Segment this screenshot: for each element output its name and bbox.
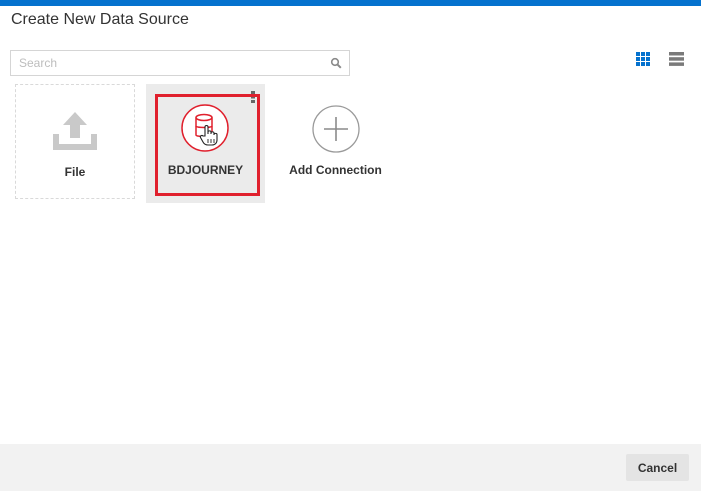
dialog-footer — [0, 444, 701, 491]
grid-view-icon[interactable] — [636, 52, 650, 66]
tile-add-connection[interactable]: Add Connection — [278, 84, 393, 199]
plus-icon — [312, 105, 360, 153]
search-box[interactable] — [10, 50, 350, 76]
more-options-icon[interactable] — [251, 91, 255, 103]
tile-label: Add Connection — [289, 163, 382, 177]
list-view-icon[interactable] — [669, 52, 684, 66]
hand-cursor-icon — [199, 124, 218, 146]
cancel-button[interactable]: Cancel — [626, 454, 689, 481]
tile-file[interactable]: File — [15, 84, 135, 199]
upload-icon — [53, 112, 97, 150]
tile-bdjourney[interactable]: BDJOURNEY — [146, 84, 265, 203]
tile-label: File — [64, 165, 86, 179]
dialog-title: Create New Data Source — [11, 11, 189, 28]
dialog-top-accent-bar — [0, 0, 701, 6]
tile-label: BDJOURNEY — [167, 163, 244, 177]
search-input[interactable] — [11, 51, 321, 75]
search-icon[interactable] — [330, 57, 342, 69]
